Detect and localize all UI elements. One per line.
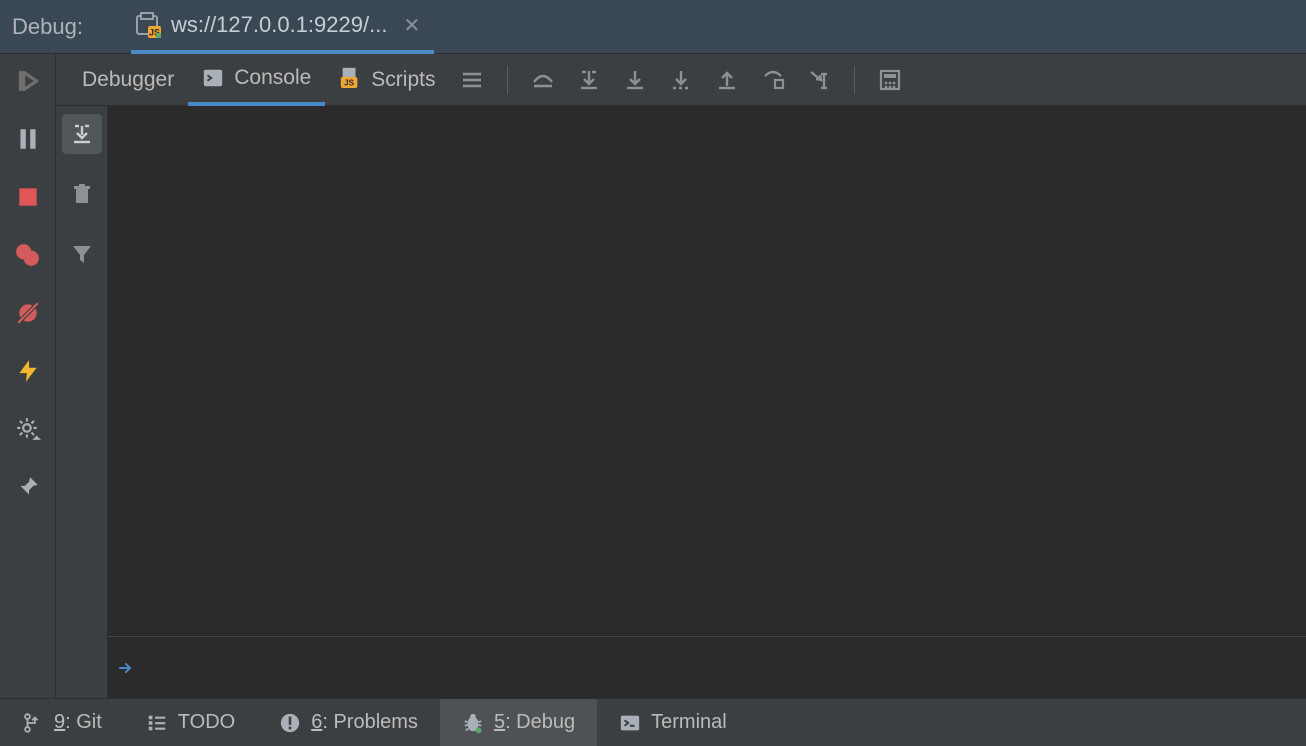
run-to-cursor-button[interactable]	[800, 61, 838, 99]
problems-label: 6: Problems	[311, 711, 418, 734]
rerun-button[interactable]	[11, 64, 45, 98]
step-over-button[interactable]	[524, 61, 562, 99]
tool-window-bar: 9: Git TODO 6: Problems 5: Debug Termina…	[0, 698, 1306, 746]
filter-button[interactable]	[62, 234, 102, 274]
mute-breakpoints-button[interactable]	[11, 296, 45, 330]
view-breakpoints-button[interactable]	[11, 238, 45, 272]
git-branch-icon	[22, 712, 44, 734]
tool-window-debug[interactable]: 5: Debug	[440, 699, 597, 746]
problems-icon	[279, 712, 301, 734]
debug-actions-strip	[0, 54, 56, 698]
tab-scripts-label: Scripts	[371, 68, 435, 92]
js-debug-icon: JS	[135, 12, 161, 38]
debug-header: Debug: JS ws://127.0.0.1:9229/... ✕	[0, 0, 1306, 54]
tool-window-terminal[interactable]: Terminal	[597, 699, 749, 746]
step-out-button[interactable]	[708, 61, 746, 99]
tab-console-label: Console	[234, 66, 311, 90]
debug-toolbar: Debugger Console JS Scripts	[56, 54, 1306, 106]
tool-window-problems[interactable]: 6: Problems	[257, 699, 440, 746]
prompt-arrow-icon	[118, 660, 134, 676]
tool-window-todo[interactable]: TODO	[124, 699, 257, 746]
step-into-button[interactable]	[570, 61, 608, 99]
console-icon	[202, 67, 224, 89]
tab-scripts[interactable]: JS Scripts	[325, 54, 449, 105]
separator-icon	[854, 66, 855, 94]
git-label: 9: Git	[54, 711, 102, 734]
debug-label: 5: Debug	[494, 711, 575, 734]
tab-debugger-label: Debugger	[82, 68, 174, 92]
smart-step-into-button[interactable]	[662, 61, 700, 99]
terminal-label: Terminal	[651, 711, 727, 734]
console-output[interactable]	[108, 106, 1306, 636]
evaluate-expression-button[interactable]	[871, 61, 909, 99]
svg-text:JS: JS	[344, 78, 355, 87]
scroll-to-end-button[interactable]	[62, 114, 102, 154]
clear-all-button[interactable]	[62, 174, 102, 214]
terminal-icon	[619, 712, 641, 734]
force-step-into-button[interactable]	[616, 61, 654, 99]
reconnect-button[interactable]	[11, 354, 45, 388]
stop-button[interactable]	[11, 180, 45, 214]
pin-tab-button[interactable]	[11, 470, 45, 504]
console-input[interactable]	[108, 636, 1306, 698]
close-session-button[interactable]: ✕	[403, 13, 420, 38]
debug-session-tab[interactable]: JS ws://127.0.0.1:9229/... ✕	[131, 1, 434, 54]
todo-label: TODO	[178, 711, 235, 734]
debug-settings-button[interactable]	[11, 412, 45, 446]
console-panel	[108, 106, 1306, 698]
debug-session-title: ws://127.0.0.1:9229/...	[171, 12, 387, 38]
todo-list-icon	[146, 712, 168, 734]
tool-window-git[interactable]: 9: Git	[0, 699, 124, 746]
thread-dropdown-button[interactable]	[453, 61, 491, 99]
separator-icon	[507, 66, 508, 94]
console-sidebar	[56, 106, 108, 698]
js-scripts-icon: JS	[339, 66, 361, 94]
bug-icon	[462, 712, 484, 734]
drop-frame-button[interactable]	[754, 61, 792, 99]
tab-console[interactable]: Console	[188, 55, 325, 106]
debug-label: Debug:	[12, 14, 83, 40]
tab-debugger[interactable]: Debugger	[68, 54, 188, 105]
pause-button[interactable]	[11, 122, 45, 156]
